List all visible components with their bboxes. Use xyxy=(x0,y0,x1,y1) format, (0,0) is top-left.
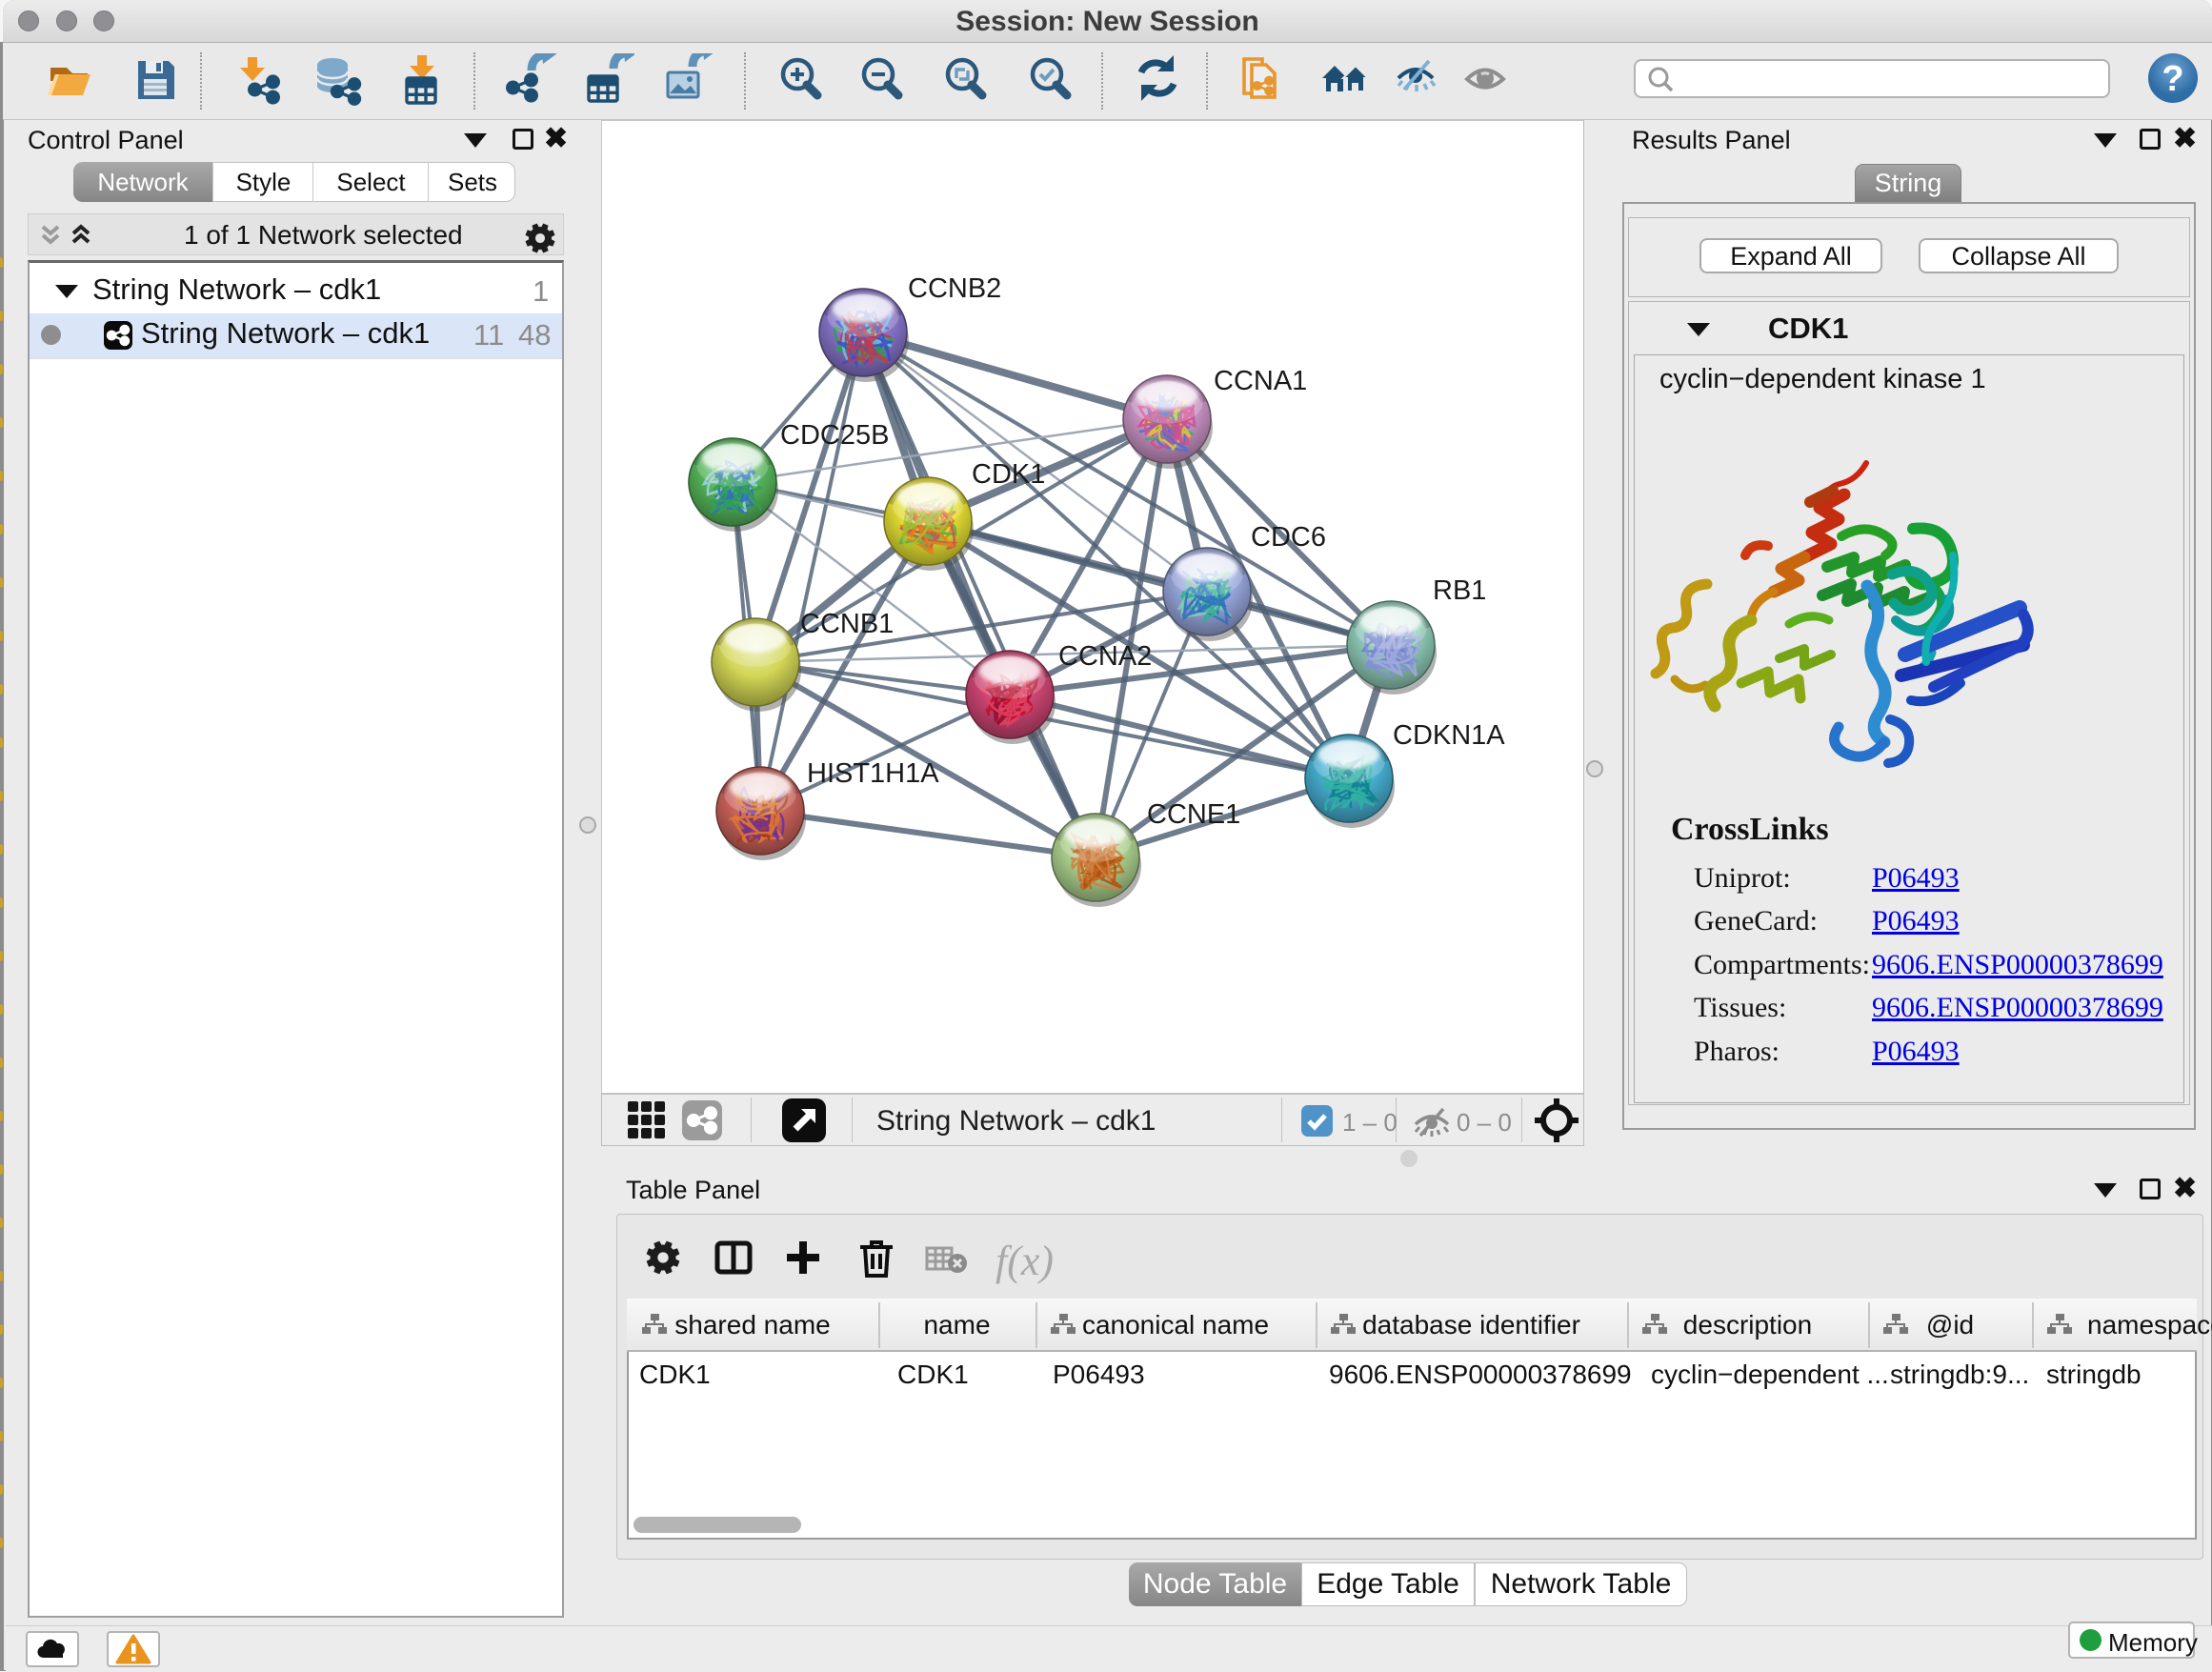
svg-text:CCNB2: CCNB2 xyxy=(908,273,1001,304)
svg-text:CCNE1: CCNE1 xyxy=(1147,799,1240,830)
svg-text:CCNA2: CCNA2 xyxy=(1058,641,1152,672)
svg-text:CDKN1A: CDKN1A xyxy=(1393,720,1505,751)
svg-text:CCNA1: CCNA1 xyxy=(1214,366,1307,396)
svg-text:HIST1H1A: HIST1H1A xyxy=(807,758,939,789)
svg-text:CDC25B: CDC25B xyxy=(780,420,889,451)
svg-text:RB1: RB1 xyxy=(1433,575,1486,606)
svg-text:CDC6: CDC6 xyxy=(1251,522,1326,553)
svg-text:CCNB1: CCNB1 xyxy=(800,609,894,639)
svg-text:?: ? xyxy=(2162,59,2183,99)
svg-text:CDK1: CDK1 xyxy=(972,459,1045,490)
